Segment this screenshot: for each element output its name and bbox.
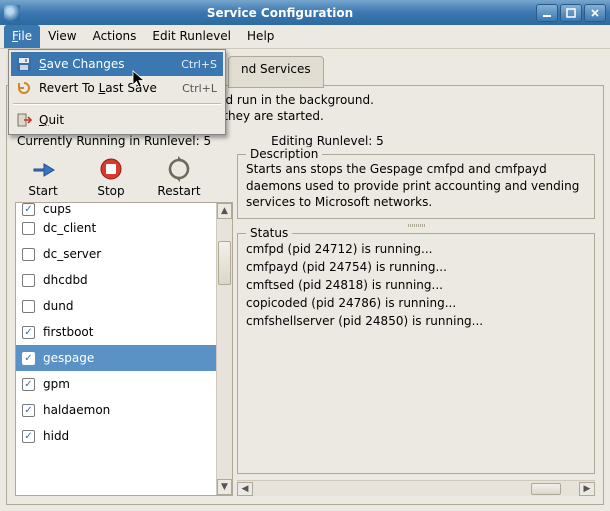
pane-grip[interactable] — [386, 223, 446, 229]
left-column: Start Stop Restart ✓ cups dc_client dc_serv… — [15, 154, 233, 496]
tab-label: nd Services — [241, 62, 311, 76]
description-frame: Description Starts ans stops the Gespage… — [237, 154, 595, 219]
checkbox[interactable] — [22, 248, 35, 261]
service-row-gpm[interactable]: ✓ gpm — [16, 371, 216, 397]
services-listbox[interactable]: ✓ cups dc_client dc_serverdhcdbd dund ✓ firstb… — [15, 202, 233, 496]
toolbar-label: Start — [28, 184, 57, 198]
service-row-gespage[interactable]: ✓ gespage — [16, 345, 216, 371]
file-menu-dropdown: Save Changes Ctrl+S Revert To Last Save … — [8, 49, 226, 135]
checkbox[interactable]: ✓ — [22, 203, 35, 216]
runlevel-info: Currently Running in Runlevel: 5 Editing… — [17, 134, 595, 148]
menu-item-label: Revert To Last Save — [39, 81, 176, 95]
status-line: cmfpayd (pid 24754) is running... — [246, 258, 586, 276]
service-label: dc_server — [43, 247, 101, 261]
menu-item-quit[interactable]: Quit — [11, 108, 223, 132]
vertical-scrollbar[interactable]: ▲ ▼ — [216, 203, 232, 495]
checkbox[interactable]: ✓ — [22, 352, 35, 365]
toolbar-label: Stop — [97, 184, 124, 198]
minimize-button[interactable] — [536, 4, 558, 22]
tab-panel: These services are started once and run … — [6, 85, 604, 505]
status-legend: Status — [246, 226, 292, 240]
app-icon — [4, 5, 20, 21]
service-label: dhcdbd — [43, 273, 88, 287]
scroll-thumb[interactable] — [531, 483, 561, 495]
menu-item-label: Save Changes — [39, 57, 175, 71]
service-row-dc_server[interactable]: dc_server — [16, 241, 216, 267]
status-line: cmfpd (pid 24712) is running... — [246, 240, 586, 258]
menu-actions[interactable]: Actions — [85, 25, 145, 48]
scroll-thumb[interactable] — [218, 241, 231, 285]
service-row-dhcdbd[interactable]: dhcdbd — [16, 267, 216, 293]
status-line: cmftsed (pid 24818) is running... — [246, 276, 586, 294]
menu-item-accel: Ctrl+L — [182, 82, 217, 95]
revert-icon — [15, 80, 33, 96]
status-line: cmfshellserver (pid 24850) is running... — [246, 312, 586, 330]
menubar: File View Actions Edit Runlevel Help — [0, 25, 610, 49]
window-title: Service Configuration — [26, 6, 534, 20]
service-label: dund — [43, 299, 73, 313]
status-frame: Status cmfpd (pid 24712) is running...cm… — [237, 233, 595, 474]
service-row-haldaemon[interactable]: ✓ haldaemon — [16, 397, 216, 423]
description-legend: Description — [246, 147, 322, 161]
service-label: dc_client — [43, 221, 96, 235]
start-button[interactable]: Start — [19, 156, 67, 198]
checkbox[interactable]: ✓ — [22, 404, 35, 417]
checkbox[interactable]: ✓ — [22, 326, 35, 339]
service-label: gespage — [43, 351, 94, 365]
menu-edit-runlevel[interactable]: Edit Runlevel — [144, 25, 239, 48]
description-text: Starts ans stops the Gespage cmfpd and c… — [246, 161, 586, 210]
checkbox[interactable]: ✓ — [22, 430, 35, 443]
checkbox[interactable] — [22, 222, 35, 235]
tab-on-demand-services[interactable]: nd Services — [228, 56, 324, 88]
close-button[interactable] — [584, 4, 606, 22]
service-label: haldaemon — [43, 403, 110, 417]
horizontal-scrollbar[interactable]: ◀ ▶ — [237, 480, 595, 496]
menu-item-label: Quit — [39, 113, 217, 127]
scroll-down-button[interactable]: ▼ — [217, 479, 232, 495]
arrow-right-icon — [30, 156, 56, 182]
stop-icon — [98, 156, 124, 182]
service-label: gpm — [43, 377, 70, 391]
menu-item-save-changes[interactable]: Save Changes Ctrl+S — [11, 52, 223, 76]
service-row-hidd[interactable]: ✓ hidd — [16, 423, 216, 449]
service-label: firstboot — [43, 325, 93, 339]
menu-separator — [13, 103, 221, 105]
status-text: cmfpd (pid 24712) is running...cmfpayd (… — [246, 240, 586, 330]
menu-view[interactable]: View — [40, 25, 84, 48]
right-column: Description Starts ans stops the Gespage… — [237, 154, 595, 496]
menu-item-accel: Ctrl+S — [181, 58, 217, 71]
floppy-icon — [15, 56, 33, 72]
menu-file[interactable]: File — [4, 25, 40, 48]
exit-icon — [15, 112, 33, 128]
service-row-cups[interactable]: ✓ cups — [16, 203, 216, 215]
maximize-button[interactable] — [560, 4, 582, 22]
restart-button[interactable]: Restart — [155, 156, 203, 198]
menu-help[interactable]: Help — [239, 25, 282, 48]
menu-item-revert[interactable]: Revert To Last Save Ctrl+L — [11, 76, 223, 100]
titlebar: Service Configuration — [0, 0, 610, 25]
stop-button[interactable]: Stop — [87, 156, 135, 198]
service-label: hidd — [43, 429, 69, 443]
scroll-left-button[interactable]: ◀ — [237, 482, 253, 496]
service-row-dund[interactable]: dund — [16, 293, 216, 319]
checkbox[interactable]: ✓ — [22, 378, 35, 391]
scroll-up-button[interactable]: ▲ — [217, 203, 232, 219]
scroll-right-button[interactable]: ▶ — [579, 482, 595, 496]
service-row-dc_client[interactable]: dc_client — [16, 215, 216, 241]
checkbox[interactable] — [22, 274, 35, 287]
service-toolbar: Start Stop Restart — [15, 154, 233, 202]
checkbox[interactable] — [22, 300, 35, 313]
toolbar-label: Restart — [157, 184, 200, 198]
reload-icon — [166, 156, 192, 182]
service-row-firstboot[interactable]: ✓ firstboot — [16, 319, 216, 345]
service-label: cups — [43, 203, 71, 216]
status-line: copicoded (pid 24786) is running... — [246, 294, 586, 312]
